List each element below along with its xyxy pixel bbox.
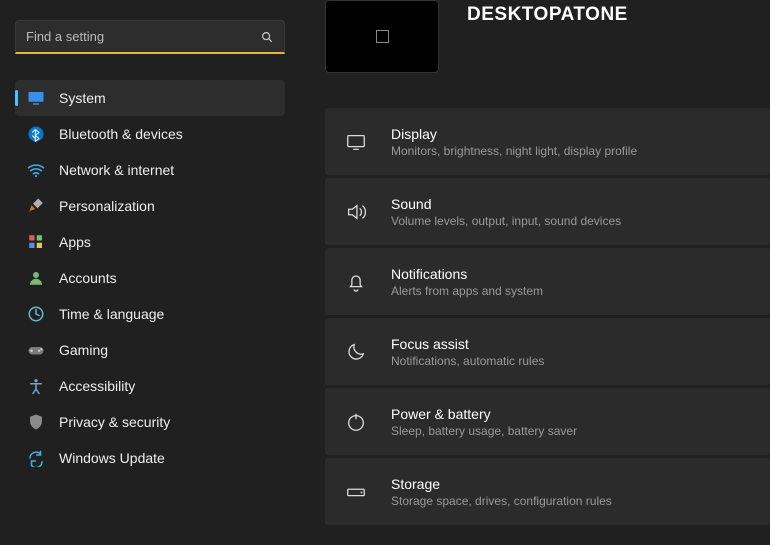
network-icon xyxy=(27,161,45,179)
setting-title: Display xyxy=(391,126,637,142)
accessibility-icon xyxy=(27,377,45,395)
search-input[interactable] xyxy=(26,29,260,44)
sidebar-item-privacy-security[interactable]: Privacy & security xyxy=(15,404,285,440)
setting-title: Sound xyxy=(391,196,621,212)
privacy-security-icon xyxy=(27,413,45,431)
sidebar-item-label: Accounts xyxy=(59,270,117,286)
focus-assist-icon xyxy=(345,341,367,363)
setting-desc: Monitors, brightness, night light, displ… xyxy=(391,144,637,158)
sidebar-item-accounts[interactable]: Accounts xyxy=(15,260,285,296)
notifications-icon xyxy=(345,271,367,293)
power-battery-icon xyxy=(345,411,367,433)
setting-desc: Volume levels, output, input, sound devi… xyxy=(391,214,621,228)
bluetooth-icon xyxy=(27,125,45,143)
main-panel: DESKTOPATONE Display Monitors, brightness… xyxy=(300,0,770,545)
device-name: DESKTOPATONE xyxy=(467,0,628,26)
sidebar-item-bluetooth[interactable]: Bluetooth & devices xyxy=(15,116,285,152)
gaming-icon xyxy=(27,341,45,359)
system-icon xyxy=(27,89,45,107)
sound-icon xyxy=(345,201,367,223)
accounts-icon xyxy=(27,269,45,287)
sidebar-item-apps[interactable]: Apps xyxy=(15,224,285,260)
setting-desc: Notifications, automatic rules xyxy=(391,354,544,368)
system-settings-list: Display Monitors, brightness, night light… xyxy=(325,108,770,525)
nav-list: System Bluetooth & devices Network & inter… xyxy=(15,80,285,476)
sidebar-item-label: Network & internet xyxy=(59,162,174,178)
sidebar-item-accessibility[interactable]: Accessibility xyxy=(15,368,285,404)
sidebar-item-gaming[interactable]: Gaming xyxy=(15,332,285,368)
setting-desc: Sleep, battery usage, battery saver xyxy=(391,424,577,438)
setting-title: Focus assist xyxy=(391,336,544,352)
device-header: DESKTOPATONE xyxy=(325,0,770,73)
setting-notifications[interactable]: Notifications Alerts from apps and system xyxy=(325,248,770,315)
settings-sidebar: System Bluetooth & devices Network & inter… xyxy=(0,0,300,545)
sidebar-item-personalization[interactable]: Personalization xyxy=(15,188,285,224)
sidebar-item-label: Windows Update xyxy=(59,450,165,466)
sidebar-item-label: System xyxy=(59,90,106,106)
setting-desc: Alerts from apps and system xyxy=(391,284,543,298)
setting-title: Storage xyxy=(391,476,612,492)
apps-icon xyxy=(27,233,45,251)
sidebar-item-system[interactable]: System xyxy=(15,80,285,116)
storage-icon xyxy=(345,481,367,503)
sidebar-item-label: Gaming xyxy=(59,342,108,358)
setting-desc: Storage space, drives, configuration rul… xyxy=(391,494,612,508)
setting-title: Power & battery xyxy=(391,406,577,422)
sidebar-item-network[interactable]: Network & internet xyxy=(15,152,285,188)
setting-title: Notifications xyxy=(391,266,543,282)
device-thumbnail xyxy=(325,0,439,73)
search-input-container[interactable] xyxy=(15,20,285,54)
sidebar-item-label: Time & language xyxy=(59,306,164,322)
sidebar-item-windows-update[interactable]: Windows Update xyxy=(15,440,285,476)
sidebar-item-label: Privacy & security xyxy=(59,414,170,430)
windows-update-icon xyxy=(27,449,45,467)
setting-sound[interactable]: Sound Volume levels, output, input, sound… xyxy=(325,178,770,245)
display-icon xyxy=(345,131,367,153)
sidebar-item-label: Personalization xyxy=(59,198,155,214)
personalization-icon xyxy=(27,197,45,215)
search-icon xyxy=(260,30,274,44)
setting-focus-assist[interactable]: Focus assist Notifications, automatic rul… xyxy=(325,318,770,385)
setting-storage[interactable]: Storage Storage space, drives, configurat… xyxy=(325,458,770,525)
wallpaper-icon xyxy=(376,30,389,43)
sidebar-item-label: Accessibility xyxy=(59,378,135,394)
setting-power-battery[interactable]: Power & battery Sleep, battery usage, bat… xyxy=(325,388,770,455)
sidebar-item-label: Apps xyxy=(59,234,91,250)
sidebar-item-time-language[interactable]: Time & language xyxy=(15,296,285,332)
time-language-icon xyxy=(27,305,45,323)
setting-display[interactable]: Display Monitors, brightness, night light… xyxy=(325,108,770,175)
sidebar-item-label: Bluetooth & devices xyxy=(59,126,183,142)
